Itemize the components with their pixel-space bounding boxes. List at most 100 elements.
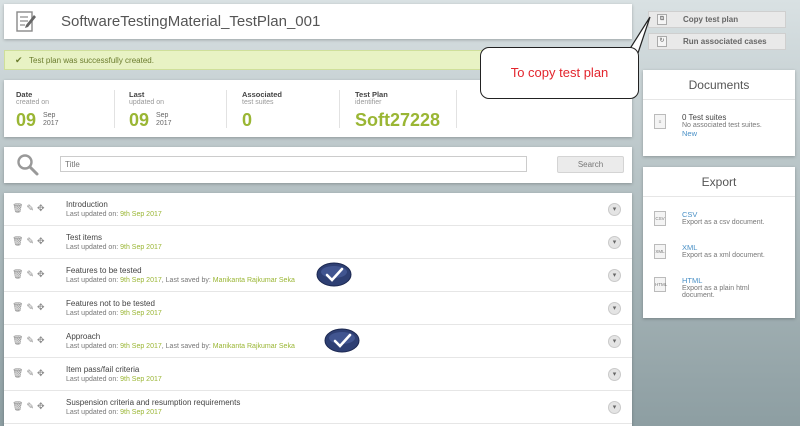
section-title[interactable]: Features not to be tested: [66, 299, 155, 308]
section-meta: Last updated on: 9th Sep 2017: [66, 376, 162, 383]
chevron-down-icon[interactable]: ▾: [608, 335, 621, 348]
search-input[interactable]: [60, 156, 527, 172]
search-bar: Search: [4, 147, 632, 183]
stat-year: 2017: [156, 120, 172, 127]
list-item[interactable]: 🗑✎✥ Test items Last updated on: 9th Sep …: [4, 226, 632, 259]
saved-by-user: Manikanta Rajkumar Seka: [212, 343, 295, 350]
trash-icon[interactable]: 🗑: [12, 203, 26, 213]
trash-icon[interactable]: 🗑: [12, 335, 26, 345]
run-associated-cases-button[interactable]: ↻ Run associated cases: [648, 33, 786, 50]
section-title[interactable]: Item pass/fail criteria: [66, 365, 139, 374]
export-xml: XML Export as a xml document.: [682, 243, 765, 259]
move-icon[interactable]: ✥: [37, 401, 48, 411]
stat-sublabel: identifier: [355, 99, 382, 106]
search-icon: [17, 154, 39, 176]
move-icon[interactable]: ✥: [37, 236, 48, 246]
new-link[interactable]: New: [682, 129, 762, 138]
section-title[interactable]: Approach: [66, 332, 100, 341]
section-list: 🗑✎✥ Introduction Last updated on: 9th Se…: [4, 193, 632, 426]
test-plan-header: SoftwareTestingMaterial_TestPlan_001: [4, 4, 632, 39]
export-html-desc: Export as a plain html document.: [682, 285, 750, 299]
list-item[interactable]: 🗑✎✥ Introduction Last updated on: 9th Se…: [4, 193, 632, 226]
stat-label: Last: [129, 90, 145, 99]
export-html: HTML Export as a plain html document.: [682, 276, 782, 299]
pencil-icon[interactable]: ✎: [26, 269, 37, 279]
pencil-icon[interactable]: ✎: [26, 401, 37, 411]
stat-updated-date: Last updated on 09 Sep 2017: [129, 90, 172, 130]
row-tools: 🗑✎✥: [12, 269, 48, 280]
section-title[interactable]: Features to be tested: [66, 266, 142, 275]
panel-title: Documents: [643, 70, 795, 100]
updated-date: 9th Sep 2017: [120, 376, 162, 383]
list-item[interactable]: 🗑✎✥ Suspension criteria and resumption r…: [4, 391, 632, 424]
export-csv-link[interactable]: CSV: [682, 210, 764, 219]
updated-label: Last updated on:: [66, 376, 119, 383]
row-tools: 🗑✎✥: [12, 236, 48, 247]
panel-title: Export: [643, 167, 795, 197]
saved-by-user: Manikanta Rajkumar Seka: [212, 277, 295, 284]
chevron-down-icon[interactable]: ▾: [608, 302, 621, 315]
button-label: Run associated cases: [683, 37, 767, 46]
export-xml-link[interactable]: XML: [682, 243, 765, 252]
stat-plan-identifier: Test Plan identifier Soft27228: [355, 90, 440, 130]
move-icon[interactable]: ✥: [37, 203, 48, 213]
section-meta: Last updated on: 9th Sep 2017, Last save…: [66, 277, 295, 284]
stat-label: Associated: [242, 90, 283, 99]
html-file-icon: HTML: [654, 277, 667, 292]
move-icon[interactable]: ✥: [37, 335, 48, 345]
row-tools: 🗑✎✥: [12, 401, 48, 412]
trash-icon[interactable]: 🗑: [12, 368, 26, 378]
list-item[interactable]: 🗑✎✥ Features to be tested Last updated o…: [4, 259, 632, 292]
list-item[interactable]: 🗑✎✥ Item pass/fail criteria Last updated…: [4, 358, 632, 391]
trash-icon[interactable]: 🗑: [12, 401, 26, 411]
search-button[interactable]: Search: [557, 156, 624, 173]
row-tools: 🗑✎✥: [12, 302, 48, 313]
pencil-icon[interactable]: ✎: [26, 236, 37, 246]
updated-date: 9th Sep 2017: [120, 310, 162, 317]
saved-by-label: , Last saved by:: [161, 343, 211, 350]
section-title[interactable]: Test items: [66, 233, 102, 242]
pencil-icon[interactable]: ✎: [26, 302, 37, 312]
checkmark-badge-icon: [324, 328, 360, 353]
divider: [114, 90, 115, 128]
page-title: SoftwareTestingMaterial_TestPlan_001: [61, 13, 321, 30]
button-label: Copy test plan: [683, 15, 739, 24]
divider: [226, 90, 227, 128]
chevron-down-icon[interactable]: ▾: [608, 401, 621, 414]
copy-icon: ⧉: [657, 14, 667, 25]
trash-icon[interactable]: 🗑: [12, 269, 26, 279]
chevron-down-icon[interactable]: ▾: [608, 368, 621, 381]
checkmark-badge-icon: [316, 262, 352, 287]
chevron-down-icon[interactable]: ▾: [608, 269, 621, 282]
chevron-down-icon[interactable]: ▾: [608, 203, 621, 216]
list-item[interactable]: 🗑✎✥ Approach Last updated on: 9th Sep 20…: [4, 325, 632, 358]
section-meta: Last updated on: 9th Sep 2017: [66, 244, 162, 251]
pencil-icon[interactable]: ✎: [26, 335, 37, 345]
divider: [456, 90, 457, 128]
move-icon[interactable]: ✥: [37, 302, 48, 312]
trash-icon[interactable]: 🗑: [12, 302, 26, 312]
stat-month-year: Sep 2017: [156, 112, 172, 128]
section-title[interactable]: Suspension criteria and resumption requi…: [66, 398, 240, 407]
chevron-down-icon[interactable]: ▾: [608, 236, 621, 249]
updated-date: 9th Sep 2017: [120, 277, 162, 284]
stat-sublabel: created on: [16, 99, 50, 106]
callout-annotation: To copy test plan: [480, 47, 639, 99]
updated-label: Last updated on:: [66, 409, 119, 416]
section-title[interactable]: Introduction: [66, 200, 108, 209]
pencil-icon[interactable]: ✎: [26, 368, 37, 378]
pencil-icon[interactable]: ✎: [26, 203, 37, 213]
stat-sublabel: updated on: [129, 99, 165, 106]
export-html-link[interactable]: HTML: [682, 276, 782, 285]
updated-label: Last updated on:: [66, 211, 119, 218]
document-edit-icon: [16, 11, 36, 32]
trash-icon[interactable]: 🗑: [12, 236, 26, 246]
documents-info: 0 Test suites No associated test suites.…: [682, 113, 762, 138]
move-icon[interactable]: ✥: [37, 368, 48, 378]
copy-test-plan-button[interactable]: ⧉ Copy test plan: [648, 11, 786, 28]
export-xml-desc: Export as a xml document.: [682, 252, 765, 259]
export-csv-desc: Export as a csv document.: [682, 219, 765, 226]
list-item[interactable]: 🗑✎✥ Features not to be tested Last updat…: [4, 292, 632, 325]
section-meta: Last updated on: 9th Sep 2017: [66, 409, 162, 416]
move-icon[interactable]: ✥: [37, 269, 48, 279]
